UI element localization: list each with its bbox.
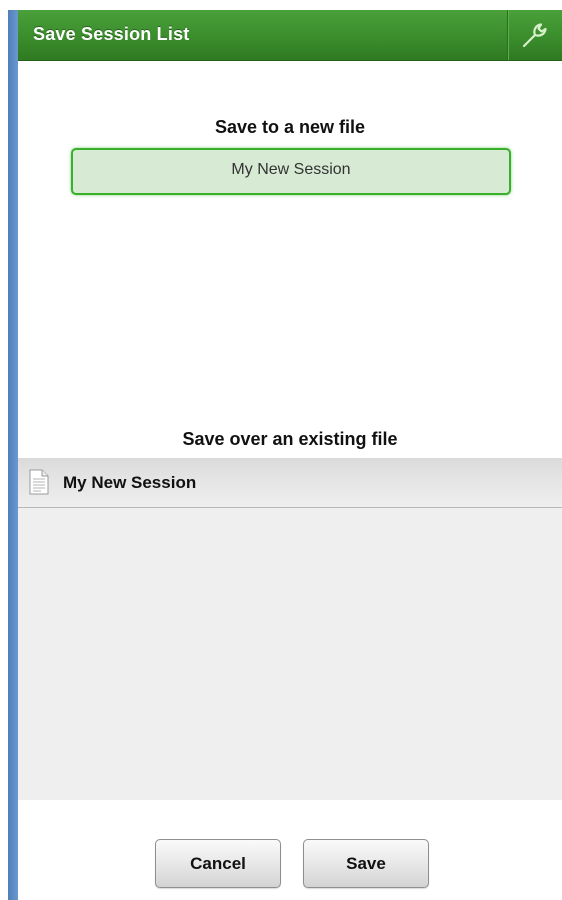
wrench-icon [522,23,547,48]
existing-file-heading: Save over an existing file [182,429,398,449]
list-item[interactable]: My New Session [18,458,562,508]
document-icon [29,469,49,495]
new-file-heading: Save to a new file [214,117,366,137]
page-title: Save Session List [33,24,190,44]
existing-files-list: My New Session [18,458,562,800]
top-strip [0,0,562,10]
header-bar: Save Session List [18,10,562,61]
left-rail [8,10,18,900]
list-item-label: My New Session [63,473,197,492]
new-file-name-input[interactable] [71,148,511,195]
save-button[interactable]: Save [303,839,429,888]
settings-button[interactable] [507,10,562,60]
cancel-button[interactable]: Cancel [155,839,281,888]
save-session-dialog: Save Session List Save to a new file Sav… [0,0,562,900]
